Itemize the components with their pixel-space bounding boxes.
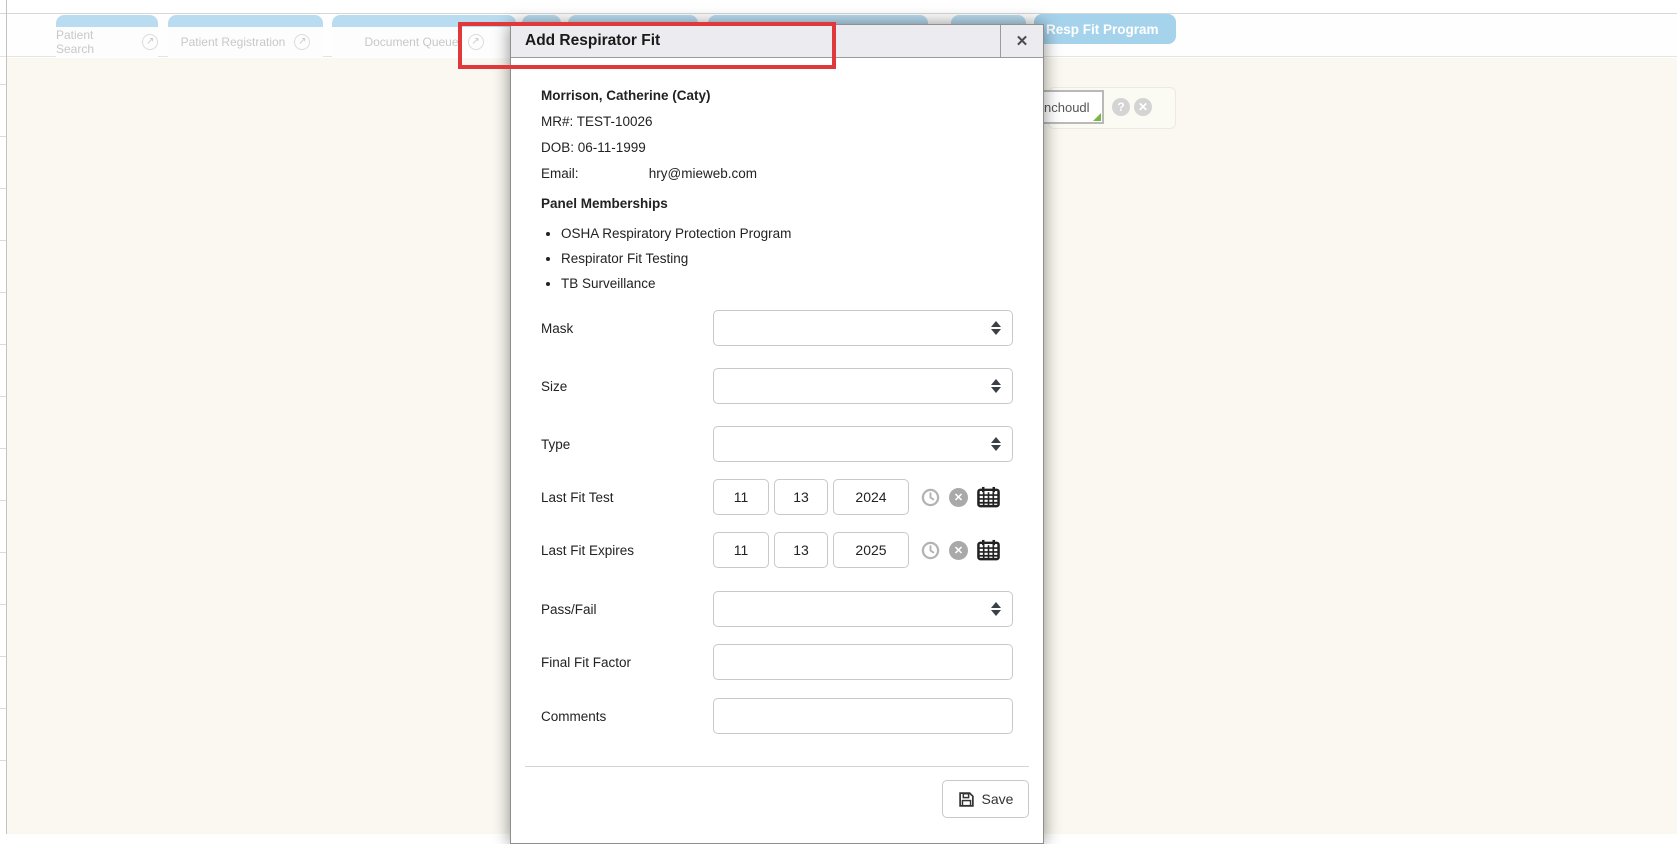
final-fit-factor-input[interactable] <box>713 644 1013 680</box>
clear-date-icon[interactable]: ✕ <box>949 541 968 560</box>
add-respirator-fit-dialog: Add Respirator Fit ✕ Morrison, Catherine… <box>510 24 1044 844</box>
comments-input[interactable] <box>713 698 1013 734</box>
search-input-value: nchoudl <box>1044 100 1090 115</box>
time-icon[interactable] <box>921 541 940 560</box>
email-label: Email: <box>541 161 645 187</box>
footer-divider <box>525 766 1029 767</box>
resp-fit-program-tab[interactable]: Resp Fit Program <box>1034 14 1176 44</box>
comments-row: Comments <box>541 698 1013 734</box>
save-floppy-icon <box>958 791 975 808</box>
select-arrows-icon <box>991 379 1001 393</box>
last-fit-expires-month-input[interactable]: 11 <box>713 532 769 568</box>
calendar-icon[interactable] <box>977 539 1000 561</box>
membership-item: OSHA Respiratory Protection Program <box>561 221 791 246</box>
tab-patient-registration[interactable]: Patient Registration ↗ <box>168 15 323 57</box>
tab-label: Document Queue <box>364 35 458 49</box>
type-row: Type <box>541 426 1013 462</box>
patient-search-input[interactable]: nchoudl <box>1039 90 1104 124</box>
save-button[interactable]: Save <box>942 780 1029 818</box>
save-button-label: Save <box>982 791 1014 807</box>
patient-name: Morrison, Catherine (Caty) <box>541 83 757 109</box>
patient-mr-number: MR#: TEST-10026 <box>541 109 757 135</box>
last-fit-expires-label: Last Fit Expires <box>541 543 713 558</box>
dialog-header: Add Respirator Fit ✕ <box>511 25 1043 58</box>
tab-strip <box>56 15 158 27</box>
tab-strip <box>168 15 323 27</box>
tab-label: Patient Registration <box>181 35 286 49</box>
resize-grip-icon[interactable] <box>1093 113 1101 121</box>
close-icon: ✕ <box>1016 32 1029 50</box>
dialog-title: Add Respirator Fit <box>511 25 1000 57</box>
last-fit-expires-year-input[interactable]: 2025 <box>833 532 909 568</box>
last-fit-expires-day-input[interactable]: 13 <box>774 532 828 568</box>
type-select[interactable] <box>713 426 1013 462</box>
email-value: hry@mieweb.com <box>649 166 757 181</box>
patient-email-row: Email: hry@mieweb.com <box>541 161 757 187</box>
last-fit-test-row: Last Fit Test 11 13 2024 ✕ <box>541 479 1013 515</box>
mask-label: Mask <box>541 321 713 336</box>
membership-item: TB Surveillance <box>561 271 791 296</box>
comments-label: Comments <box>541 709 713 724</box>
last-fit-test-month-input[interactable]: 11 <box>713 479 769 515</box>
last-fit-test-year-input[interactable]: 2024 <box>833 479 909 515</box>
final-fit-factor-label: Final Fit Factor <box>541 655 713 670</box>
mask-row: Mask <box>541 310 1013 346</box>
last-fit-test-label: Last Fit Test <box>541 490 713 505</box>
pass-fail-label: Pass/Fail <box>541 602 713 617</box>
clear-icon[interactable]: ✕ <box>1134 98 1152 116</box>
panel-memberships-list: OSHA Respiratory Protection Program Resp… <box>541 221 791 296</box>
select-arrows-icon <box>991 437 1001 451</box>
size-select[interactable] <box>713 368 1013 404</box>
last-fit-expires-row: Last Fit Expires 11 13 2025 ✕ <box>541 532 1013 568</box>
type-label: Type <box>541 437 713 452</box>
top-bar <box>0 0 1677 14</box>
select-arrows-icon <box>991 602 1001 616</box>
last-fit-test-day-input[interactable]: 13 <box>774 479 828 515</box>
close-button[interactable]: ✕ <box>1000 25 1043 57</box>
final-fit-factor-row: Final Fit Factor <box>541 644 1013 680</box>
time-icon[interactable] <box>921 488 940 507</box>
mask-select[interactable] <box>713 310 1013 346</box>
open-in-new-window-icon[interactable]: ↗ <box>142 34 158 50</box>
size-row: Size <box>541 368 1013 404</box>
size-label: Size <box>541 379 713 394</box>
open-in-new-window-icon[interactable]: ↗ <box>468 34 484 50</box>
membership-item: Respirator Fit Testing <box>561 246 791 271</box>
pass-fail-row: Pass/Fail <box>541 591 1013 627</box>
panel-memberships: Panel Memberships OSHA Respiratory Prote… <box>541 191 791 296</box>
tab-label: Patient Search <box>56 28 133 56</box>
patient-dob: DOB: 06-11-1999 <box>541 135 757 161</box>
select-arrows-icon <box>991 321 1001 335</box>
user-search-panel: nchoudl ? ✕ <box>1048 87 1176 129</box>
left-divider-line <box>6 0 7 834</box>
tab-strip <box>332 15 516 27</box>
panel-memberships-heading: Panel Memberships <box>541 191 791 217</box>
open-in-new-window-icon[interactable]: ↗ <box>294 34 310 50</box>
patient-info: Morrison, Catherine (Caty) MR#: TEST-100… <box>541 83 757 187</box>
help-icon[interactable]: ? <box>1112 98 1130 116</box>
tab-document-queue[interactable]: Document Queue ↗ <box>332 15 516 57</box>
tab-patient-search[interactable]: Patient Search ↗ <box>56 15 158 57</box>
calendar-icon[interactable] <box>977 486 1000 508</box>
pass-fail-select[interactable] <box>713 591 1013 627</box>
clear-date-icon[interactable]: ✕ <box>949 488 968 507</box>
